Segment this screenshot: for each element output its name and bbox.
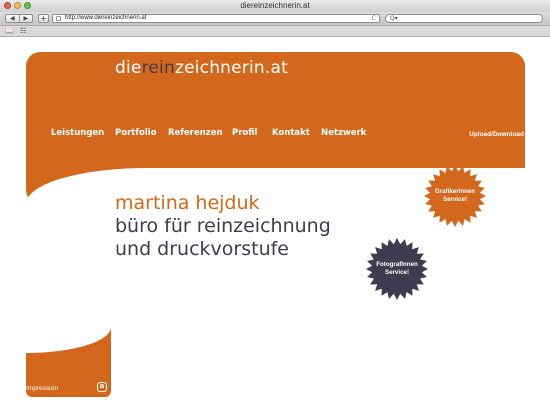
grid-icon[interactable]: ☷ <box>20 27 26 35</box>
fotograf-badge-line1: FotografInnen <box>376 261 418 269</box>
fotograf-service-badge[interactable]: FotografInnen Service! <box>365 237 429 301</box>
grafiker-badge-line1: GrafikerInnen <box>434 188 476 196</box>
grafiker-badge-text: GrafikerInnen Service! <box>423 164 487 228</box>
nav-item-kontakt[interactable]: Kontakt <box>272 128 310 138</box>
fotograf-badge-text: FotografInnen Service! <box>365 237 429 301</box>
book-icon[interactable]: 📖 <box>5 27 14 35</box>
nav-item-referenzen[interactable]: Referenzen <box>168 128 223 138</box>
address-bar[interactable]: http://www.diereinzeichnerin.at C <box>52 14 380 23</box>
upload-download-link[interactable]: Upload/Download <box>469 131 524 138</box>
search-input[interactable]: Q▾ <box>385 14 543 23</box>
back-button[interactable]: ◀ <box>6 15 19 22</box>
address-text[interactable]: http://www.diereinzeichnerin.at <box>65 15 146 22</box>
grafiker-service-badge[interactable]: GrafikerInnen Service! <box>423 164 487 228</box>
nav-item-portfolio[interactable]: Portfolio <box>115 128 157 138</box>
logo-part-die: die <box>115 58 142 78</box>
web-page: diereinzeichnerin.at Leistungen Portfoli… <box>0 37 550 409</box>
site-logo[interactable]: diereinzeichnerin.at <box>115 58 288 78</box>
logo-part-rein: rein <box>141 58 175 78</box>
search-icon: Q▾ <box>390 15 398 22</box>
headline-line-2: büro für reinzeichnung <box>115 215 331 237</box>
add-bookmark-button[interactable]: + <box>38 14 49 23</box>
forward-button[interactable]: ▶ <box>18 15 33 22</box>
a-logo-icon: a <box>97 382 107 392</box>
logo-part-zeichnerin: zeichnerin.at <box>174 58 288 78</box>
headline-line-3: und druckvorstufe <box>115 238 289 260</box>
main-nav: Leistungen Portfolio Referenzen Profil K… <box>26 128 525 142</box>
nav-item-leistungen[interactable]: Leistungen <box>51 128 104 138</box>
window-title: diereinzeichnerin.at <box>240 1 310 10</box>
nav-item-profil[interactable]: Profil <box>232 128 257 138</box>
browser-toolbar: ◀ ▶ + http://www.diereinzeichnerin.at C … <box>0 12 550 26</box>
bookmarks-bar: 📖 ☷ <box>0 26 550 37</box>
grafiker-badge-line2: Service! <box>442 196 468 203</box>
nav-item-netzwerk[interactable]: Netzwerk <box>321 128 366 138</box>
headline-name: martina hejduk <box>115 192 260 214</box>
impressum-link[interactable]: Impressum <box>26 385 58 392</box>
reload-icon[interactable]: C <box>372 15 376 22</box>
site-icon <box>56 16 61 21</box>
history-buttons: ◀ ▶ <box>5 14 33 23</box>
fotograf-badge-line2: Service! <box>384 269 410 276</box>
